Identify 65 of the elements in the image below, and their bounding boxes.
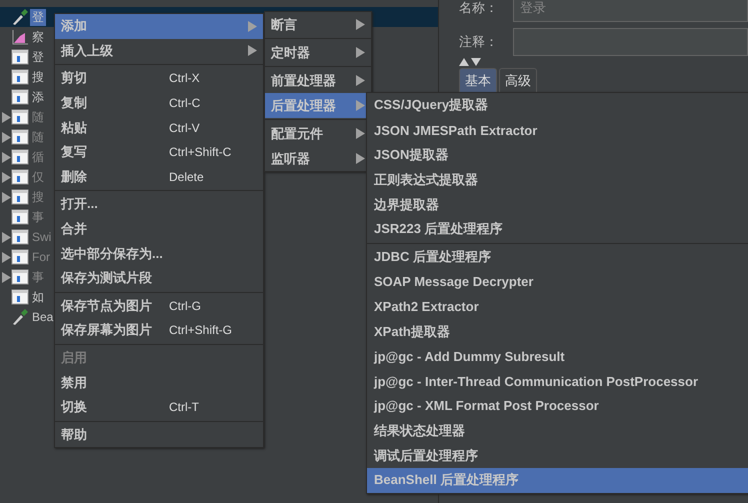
submenu-arrow-icon bbox=[356, 128, 365, 139]
tab[interactable]: 高级 bbox=[499, 68, 537, 93]
menu-item[interactable]: 合并 bbox=[55, 216, 263, 242]
menu-item[interactable]: 删除 Delete bbox=[55, 164, 263, 190]
window-icon bbox=[11, 228, 29, 246]
submenu-arrow-icon bbox=[356, 153, 365, 164]
submenu-arrow-icon bbox=[248, 45, 257, 56]
menu-item[interactable]: 插入上级 bbox=[55, 38, 263, 64]
window-icon bbox=[11, 208, 29, 226]
window-icon bbox=[11, 148, 29, 166]
window-icon bbox=[11, 68, 29, 86]
menu-item[interactable]: XPath提取器 bbox=[367, 319, 748, 344]
submenu-arrow-icon bbox=[356, 75, 365, 86]
tree-item[interactable]: 登 bbox=[30, 48, 46, 66]
pipette-icon bbox=[11, 308, 29, 326]
menu-item[interactable]: SOAP Message Decrypter bbox=[367, 270, 748, 294]
window-icon bbox=[11, 248, 29, 266]
menu-item[interactable]: 保存节点为图片 Ctrl-G bbox=[55, 294, 263, 318]
menu-item[interactable]: 保存为测试片段 bbox=[55, 266, 263, 291]
pipette-icon bbox=[11, 8, 29, 26]
tree-item[interactable]: Bea bbox=[30, 310, 56, 324]
collapse-toggle-icon[interactable] bbox=[459, 58, 483, 66]
tree-item[interactable]: 添 bbox=[30, 88, 46, 106]
menu-item[interactable]: 禁用 bbox=[55, 370, 263, 395]
window-icon bbox=[11, 288, 29, 306]
window-icon bbox=[11, 268, 29, 286]
submenu-arrow-icon bbox=[248, 20, 257, 32]
menu-item[interactable]: 调试后置处理程序 bbox=[367, 443, 748, 468]
menu-item[interactable]: 保存屏幕为图片 Ctrl+Shift-G bbox=[55, 318, 263, 343]
tab[interactable]: 基本 bbox=[459, 68, 497, 93]
tree-item[interactable]: 搜 bbox=[30, 68, 46, 86]
chart-icon bbox=[11, 28, 29, 46]
menu-item[interactable]: 复制 Ctrl-C bbox=[55, 90, 263, 116]
menu-item[interactable]: XPath2 Extractor bbox=[367, 294, 748, 320]
menu-item[interactable]: 前置处理器 bbox=[265, 68, 371, 93]
submenu-arrow-icon bbox=[356, 100, 365, 111]
menu-item[interactable]: 切换 Ctrl-T bbox=[55, 394, 263, 420]
submenu-arrow-icon bbox=[356, 47, 365, 58]
menu-item[interactable]: jp@gc - XML Format Post Processor bbox=[367, 394, 748, 418]
menu-item[interactable]: JSR223 后置处理程序 bbox=[367, 216, 748, 242]
window-icon bbox=[11, 188, 29, 206]
window-icon bbox=[11, 48, 29, 66]
menu-item[interactable]: 结果状态处理器 bbox=[367, 418, 748, 444]
tree-item[interactable]: 察 bbox=[30, 28, 46, 46]
menu-item[interactable]: jp@gc - Inter-Thread Communication PostProcessor bbox=[367, 368, 748, 394]
menu-item[interactable]: jp@gc - Add Dummy Subresult bbox=[367, 344, 748, 369]
name-label: 名称： bbox=[459, 0, 499, 17]
menu-item[interactable]: 帮助 bbox=[55, 422, 263, 448]
menu-item[interactable]: 定时器 bbox=[265, 40, 371, 65]
submenu-arrow-icon bbox=[356, 19, 365, 30]
window-icon bbox=[11, 88, 29, 106]
menu-item[interactable]: 边界提取器 bbox=[367, 192, 748, 217]
menu-item[interactable]: JDBC 后置处理程序 bbox=[367, 244, 748, 270]
window-icon bbox=[11, 128, 29, 146]
menu-item[interactable]: 粘贴 Ctrl-V bbox=[55, 115, 263, 140]
menu-item[interactable]: 打开... bbox=[55, 192, 263, 217]
menu-item[interactable]: 复写 Ctrl+Shift-C bbox=[55, 140, 263, 165]
window-icon bbox=[11, 108, 29, 126]
menu-item[interactable]: 剪切 Ctrl-X bbox=[55, 66, 263, 91]
tree-item[interactable]: 如 bbox=[30, 288, 46, 306]
menu-item[interactable]: 断言 bbox=[265, 12, 371, 37]
comment-field[interactable] bbox=[513, 28, 748, 56]
menu-item[interactable]: 选中部分保存为... bbox=[55, 241, 263, 266]
comment-label: 注释： bbox=[459, 33, 499, 51]
window-icon bbox=[11, 168, 29, 186]
